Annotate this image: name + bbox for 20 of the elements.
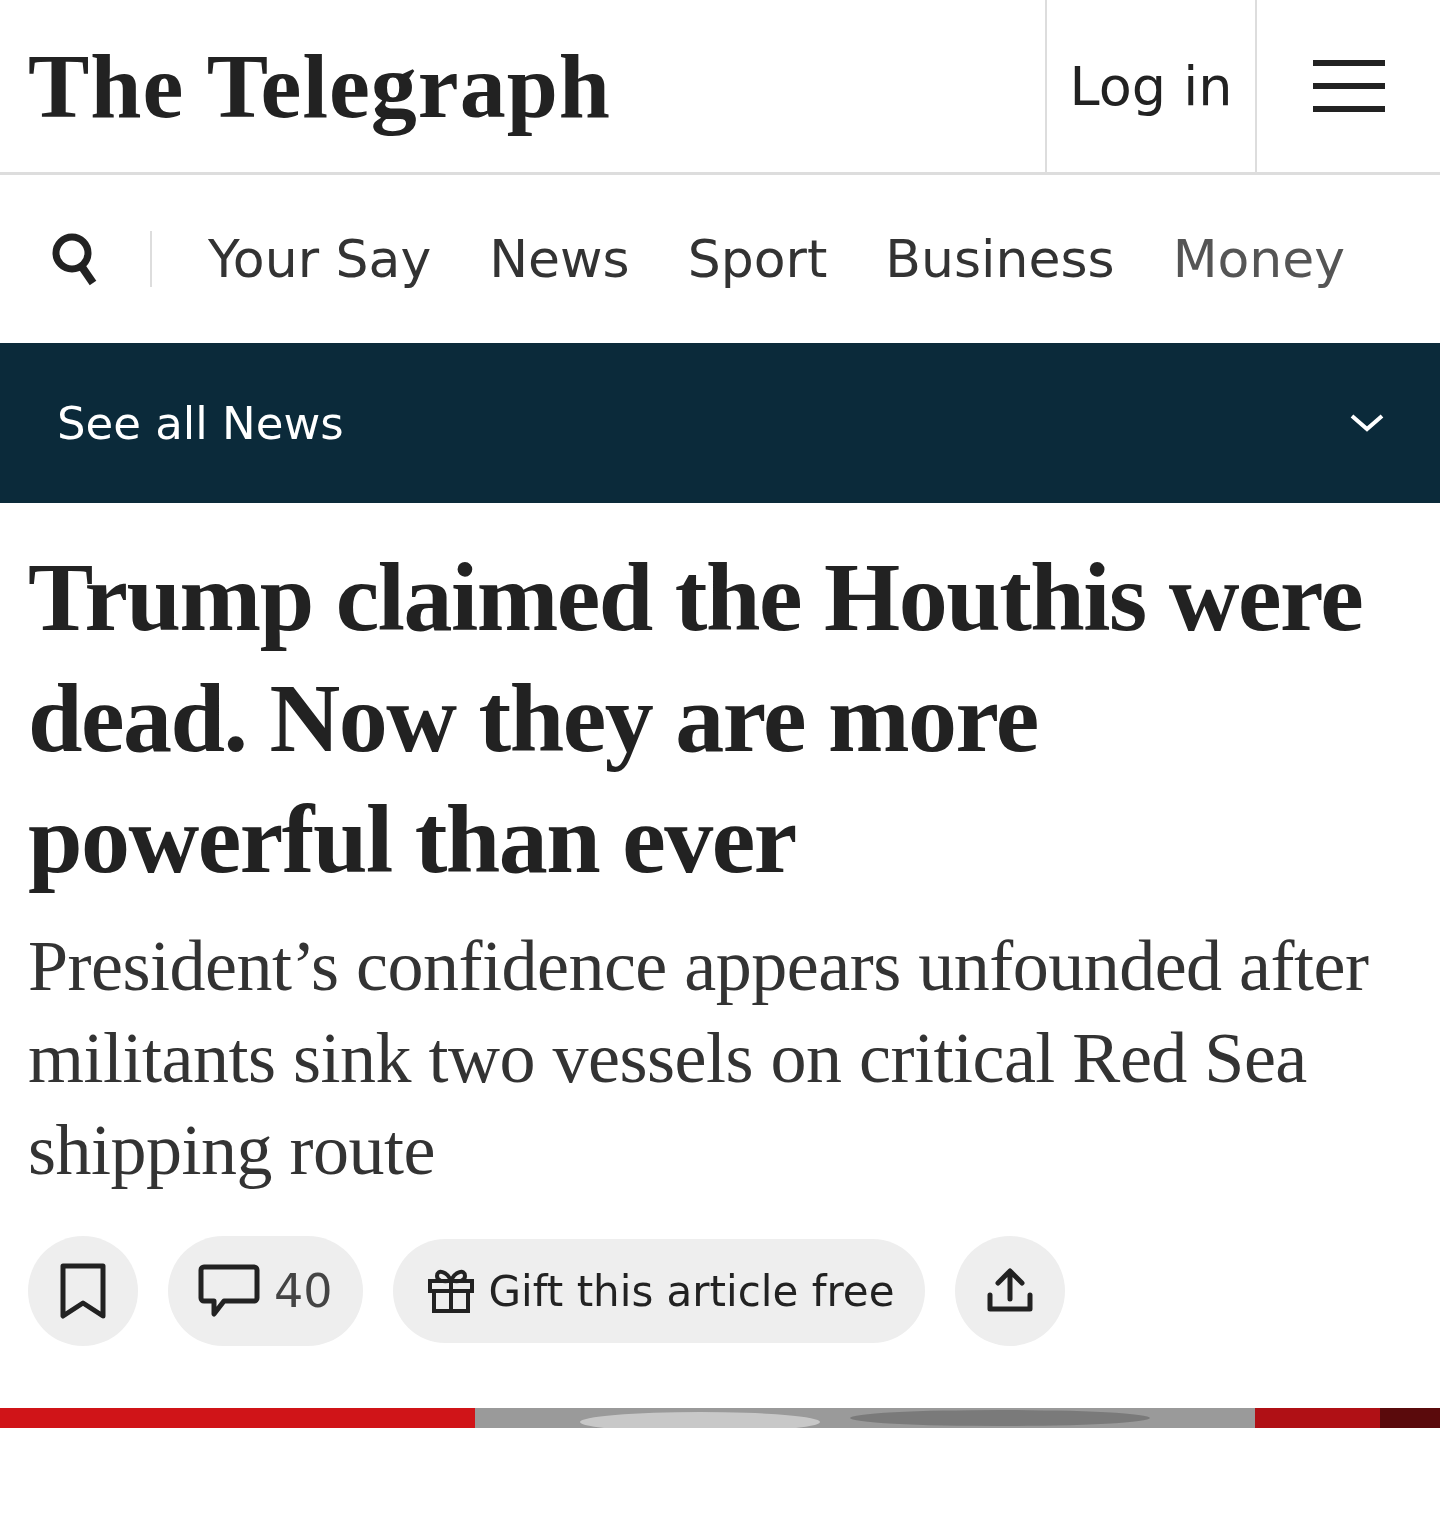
menu-icon	[1312, 60, 1385, 112]
nav-link[interactable]: Your Say	[208, 229, 432, 289]
gift-icon	[426, 1268, 475, 1314]
site-logo[interactable]: The Telegraph	[0, 0, 1045, 172]
share-icon	[985, 1267, 1034, 1315]
chevron-down-icon	[1350, 414, 1384, 432]
nav-link[interactable]: Sport	[687, 229, 828, 289]
comments-button[interactable]: 40	[168, 1236, 363, 1346]
speech-bubble-icon	[198, 1264, 260, 1318]
standfirst: President’s confidence appears unfounded after militants sink two vessels on critical Red Sea shipping route	[28, 925, 1370, 1192]
nav-link[interactable]: Business	[885, 229, 1115, 289]
nav-link[interactable]: Money	[1172, 229, 1346, 289]
login-button[interactable]: Log in	[1045, 0, 1257, 172]
bookmark-icon	[60, 1263, 106, 1319]
gift-button[interactable]: Gift this article free	[392, 1239, 925, 1343]
search-icon	[52, 231, 98, 287]
nav-link[interactable]: News	[489, 229, 630, 289]
headline: Trump claimed the Houthis were dead. Now they are more powerful than ever	[28, 542, 1364, 895]
section-dropdown[interactable]: See all News	[0, 343, 1440, 503]
search-button[interactable]	[52, 231, 98, 287]
